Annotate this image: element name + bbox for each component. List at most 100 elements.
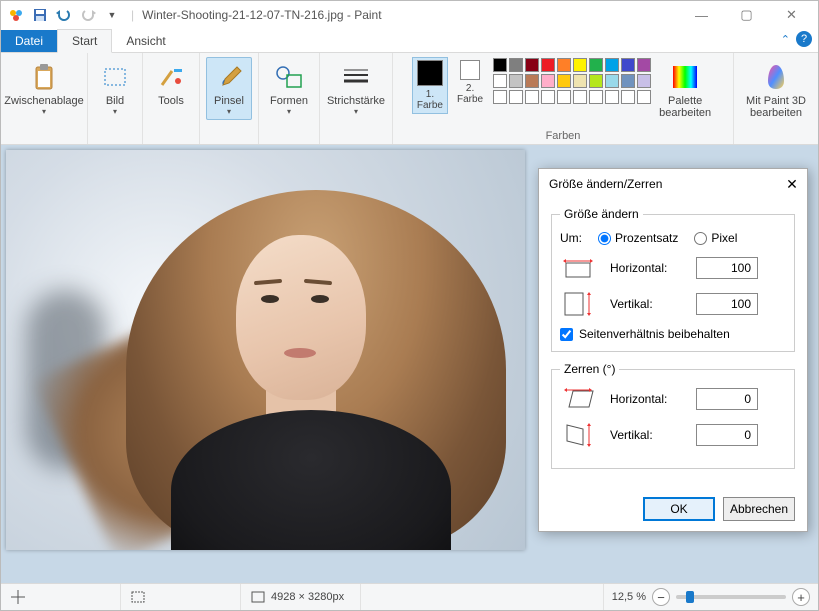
resize-fieldset: Größe ändern Um: Prozentsatz Pixel Horiz… [551, 207, 795, 352]
window-title: Winter-Shooting-21-12-07-TN-216.jpg - Pa… [142, 8, 679, 22]
color1-button[interactable]: 1. Farbe [412, 57, 448, 114]
help-icon[interactable]: ? [796, 31, 812, 47]
tools-button[interactable]: Tools [149, 57, 193, 111]
redo-icon[interactable] [77, 4, 99, 26]
zoom-out-button[interactable]: − [652, 588, 670, 606]
stroke-button[interactable]: Strichstärke ▾ [326, 57, 386, 120]
clipboard-button[interactable]: Zwischenablage ▾ [7, 57, 81, 120]
skew-vert-icon [560, 422, 596, 448]
skew-horiz-input[interactable] [696, 388, 758, 410]
color-swatch[interactable] [637, 90, 651, 104]
color-swatch[interactable] [493, 58, 507, 72]
color-swatch[interactable] [589, 58, 603, 72]
color-swatch[interactable] [525, 58, 539, 72]
color-swatch[interactable] [493, 74, 507, 88]
maximize-button[interactable]: ▢ [724, 1, 769, 29]
tab-file[interactable]: Datei [1, 30, 57, 52]
color-swatch[interactable] [573, 58, 587, 72]
cancel-button[interactable]: Abbrechen [723, 497, 795, 521]
color-swatch[interactable] [541, 90, 555, 104]
zoom-thumb[interactable] [686, 591, 694, 603]
group-colors: 1. Farbe 2. Farbe Palette bearbeiten Far… [393, 53, 734, 144]
color-swatch[interactable] [557, 74, 571, 88]
color-swatch[interactable] [589, 74, 603, 88]
zoom-slider[interactable] [676, 595, 786, 599]
crosshair-icon [11, 590, 25, 604]
zoom-in-button[interactable]: + [792, 588, 810, 606]
color-swatch[interactable] [509, 58, 523, 72]
selection-icon [131, 591, 145, 603]
tab-view[interactable]: Ansicht [112, 30, 179, 52]
color-swatch[interactable] [573, 74, 587, 88]
color-swatch[interactable] [621, 74, 635, 88]
color-swatch[interactable] [637, 58, 651, 72]
qat-dropdown-icon[interactable]: ▼ [101, 4, 123, 26]
paint3d-button[interactable]: Mit Paint 3D bearbeiten [740, 57, 812, 123]
color-swatch[interactable] [589, 90, 603, 104]
color-swatch[interactable] [525, 74, 539, 88]
resize-horiz-input[interactable] [696, 257, 758, 279]
status-spacer [361, 584, 604, 610]
tab-start[interactable]: Start [57, 29, 112, 53]
dialog-title-text: Größe ändern/Zerren [549, 177, 662, 191]
close-button[interactable]: ✕ [769, 1, 814, 29]
group-stroke: Strichstärke ▾ [320, 53, 393, 144]
color-swatch[interactable] [541, 74, 555, 88]
zoom-level: 12,5 % [612, 591, 646, 603]
aspect-checkbox[interactable] [560, 328, 573, 341]
resize-vert-icon [560, 291, 596, 317]
edit-palette-button[interactable]: Palette bearbeiten [656, 57, 714, 123]
radio-pixel[interactable]: Pixel [694, 231, 737, 245]
color-swatch[interactable] [573, 90, 587, 104]
minimize-button[interactable]: — [679, 1, 724, 29]
shapes-button[interactable]: Formen ▾ [265, 57, 313, 120]
ok-button[interactable]: OK [643, 497, 715, 521]
resize-vert-input[interactable] [696, 293, 758, 315]
size-icon [251, 591, 265, 603]
color-swatch[interactable] [525, 90, 539, 104]
color2-button[interactable]: 2. Farbe [452, 57, 488, 108]
color-swatch[interactable] [557, 58, 571, 72]
color-swatch[interactable] [637, 74, 651, 88]
color-swatch[interactable] [605, 58, 619, 72]
color-palette [492, 57, 652, 105]
skew-fieldset: Zerren (°) Horizontal: Vertikal: [551, 362, 795, 469]
ribbon-tabs: Datei Start Ansicht ⌃ ? [1, 29, 818, 53]
cursor-pos-segment [1, 584, 121, 610]
save-icon[interactable] [29, 4, 51, 26]
color-swatch[interactable] [605, 90, 619, 104]
ribbon: Zwischenablage ▾ Bild ▾ Tools Pinsel [1, 53, 818, 145]
skew-horiz-icon [560, 386, 596, 412]
color-swatch[interactable] [621, 58, 635, 72]
group-paint3d: Mit Paint 3D bearbeiten [734, 53, 818, 144]
group-image: Bild ▾ [88, 53, 143, 144]
undo-icon[interactable] [53, 4, 75, 26]
group-clipboard: Zwischenablage ▾ [1, 53, 88, 144]
statusbar: 4928 × 3280px 12,5 % − + [1, 583, 818, 610]
dialog-titlebar[interactable]: Größe ändern/Zerren ✕ [539, 169, 807, 199]
image-button[interactable]: Bild ▾ [94, 57, 136, 120]
group-tools: Tools [143, 53, 200, 144]
brush-button[interactable]: Pinsel ▾ [206, 57, 252, 120]
color-swatch[interactable] [509, 74, 523, 88]
image-size-segment: 4928 × 3280px [241, 584, 361, 610]
radio-percent[interactable]: Prozentsatz [598, 231, 678, 245]
color-swatch[interactable] [541, 58, 555, 72]
color-swatch[interactable] [557, 90, 571, 104]
canvas-area: Größe ändern/Zerren ✕ Größe ändern Um: P… [1, 145, 818, 583]
selection-size-segment [121, 584, 241, 610]
resize-skew-dialog: Größe ändern/Zerren ✕ Größe ändern Um: P… [538, 168, 808, 532]
color-swatch[interactable] [493, 90, 507, 104]
resize-horiz-icon [560, 255, 596, 281]
group-shapes: Formen ▾ [259, 53, 320, 144]
dialog-close-icon[interactable]: ✕ [783, 175, 801, 193]
group-brush: Pinsel ▾ [200, 53, 259, 144]
canvas-image[interactable] [6, 150, 525, 550]
color-swatch[interactable] [621, 90, 635, 104]
skew-vert-input[interactable] [696, 424, 758, 446]
color-swatch[interactable] [509, 90, 523, 104]
color-swatch[interactable] [605, 74, 619, 88]
collapse-ribbon-icon[interactable]: ⌃ [781, 33, 790, 46]
titlebar: ▼ | Winter-Shooting-21-12-07-TN-216.jpg … [1, 1, 818, 29]
app-icon [5, 4, 27, 26]
